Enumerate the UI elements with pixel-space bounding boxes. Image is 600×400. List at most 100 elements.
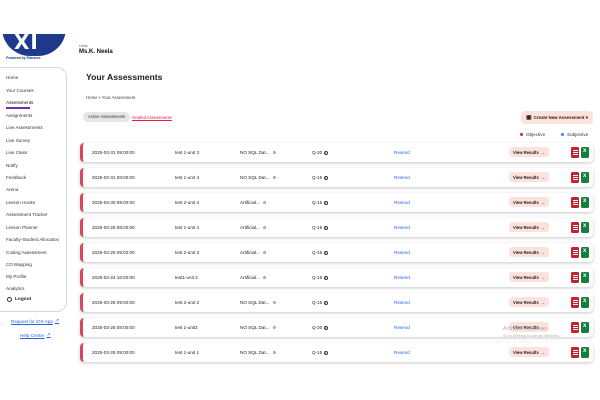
external-link-icon: ↗ (46, 332, 51, 338)
gear-icon[interactable]: ⚙ (263, 193, 267, 212)
row-date: 2025-03-25 09:02:00 (92, 250, 135, 255)
view-results-button[interactable]: View Results → (509, 147, 549, 157)
sidebar-item-assessments[interactable]: Assessments (6, 100, 33, 105)
row-question-count: Q-15 i (312, 168, 328, 187)
gear-icon[interactable]: ⚙ (272, 143, 276, 162)
logout-button[interactable]: Logout (7, 297, 31, 302)
excel-download-icon[interactable] (581, 172, 589, 183)
pdf-download-icon[interactable] (571, 222, 579, 233)
resend-link[interactable]: Resend (394, 143, 410, 162)
pdf-download-icon[interactable] (571, 247, 579, 258)
legend-objective-label: Objective (526, 132, 546, 137)
view-results-button[interactable]: View Results → (509, 272, 549, 282)
row-question-count: Q-15 i (312, 243, 328, 262)
pdf-download-icon[interactable] (571, 147, 579, 158)
row-assessment-name: test 1-unit 4 (175, 225, 200, 230)
excel-download-icon[interactable] (581, 297, 589, 308)
sidebar-item-coding-assessment[interactable]: Coding Assessment (6, 250, 47, 255)
gear-icon[interactable]: ⚙ (272, 343, 276, 362)
sidebar-item-feedback[interactable]: Feedback (6, 175, 26, 180)
info-icon[interactable]: i (323, 150, 328, 155)
table-row: 2025-03-28 08:00:00 test 1-unit 4 Artifici… (80, 218, 593, 237)
info-icon[interactable]: i (323, 250, 328, 255)
gear-icon[interactable]: ⚙ (263, 218, 267, 237)
excel-download-icon[interactable] (581, 147, 589, 158)
sidebar-item-live-class[interactable]: Live Class (6, 150, 27, 155)
tab-graded-assessments[interactable]: Graded Assessments (132, 115, 172, 120)
sidebar-item-arena[interactable]: Arena (6, 187, 18, 192)
sidebar-item-lesson-hooks[interactable]: Lesson Hooks (6, 200, 35, 205)
arrow-right-icon: → (540, 299, 545, 305)
pdf-download-icon[interactable] (571, 272, 579, 283)
help-center-link-label: Help Center (20, 332, 45, 338)
view-results-button[interactable]: View Results → (509, 222, 549, 232)
sidebar-item-faculty-student-allocation[interactable]: Faculty-Student Allocation (6, 237, 59, 242)
row-date: 2025-03-31 09:00:00 (92, 150, 135, 155)
breadcrumb[interactable]: Home • Your Assessment (86, 95, 135, 100)
sidebar-item-your-courses[interactable]: Your Courses (6, 88, 34, 93)
info-icon[interactable]: i (323, 175, 328, 180)
pdf-download-icon[interactable] (571, 172, 579, 183)
view-results-button[interactable]: View Results → (509, 247, 549, 257)
gear-icon[interactable]: ⚙ (272, 168, 276, 187)
gear-icon[interactable]: ⚙ (263, 243, 267, 262)
row-date: 2025-03-26 08:00:00 (92, 325, 135, 330)
view-results-button[interactable]: View Results → (509, 297, 549, 307)
view-results-button[interactable]: View Results → (509, 347, 549, 357)
excel-download-icon[interactable] (581, 322, 589, 333)
sidebar-item-my-profile[interactable]: My Profile (6, 274, 26, 279)
excel-download-icon[interactable] (581, 272, 589, 283)
info-icon[interactable]: i (323, 200, 328, 205)
ios-app-link[interactable]: Request for iOS App ↗ (11, 318, 59, 324)
arrow-right-icon: → (540, 224, 545, 230)
resend-link[interactable]: Resend (394, 168, 410, 187)
gear-icon[interactable]: ⚙ (272, 318, 276, 337)
resend-link[interactable]: Resend (394, 193, 410, 212)
sidebar-item-analytics[interactable]: Analytics (6, 286, 24, 291)
excel-download-icon[interactable] (581, 347, 589, 358)
subjective-dot-icon (561, 133, 564, 136)
info-icon[interactable]: i (323, 225, 328, 230)
info-icon[interactable]: i (323, 350, 328, 355)
resend-link[interactable]: Resend (394, 293, 410, 312)
sidebar-item-notify[interactable]: Notify (6, 163, 18, 168)
row-question-count: Q-15 i (312, 268, 328, 287)
create-new-assessment-button[interactable]: 🗓 Create New Assessment ▾ (521, 111, 593, 124)
resend-link[interactable]: Resend (394, 343, 410, 362)
pdf-download-icon[interactable] (571, 322, 579, 333)
sidebar-item-assignments[interactable]: Assignments (6, 113, 32, 118)
info-icon[interactable]: i (323, 300, 328, 305)
pdf-download-icon[interactable] (571, 197, 579, 208)
sidebar-item-live-assessments[interactable]: Live Assessments (6, 125, 43, 130)
row-course-label: NO SQL Dat... (240, 350, 270, 355)
sidebar-item-live-survey[interactable]: Live Survey (6, 138, 30, 143)
gear-icon[interactable]: ⚙ (263, 268, 267, 287)
sidebar-item-lesson-planner[interactable]: Lesson Planner (6, 225, 38, 230)
pdf-download-icon[interactable] (571, 297, 579, 308)
excel-download-icon[interactable] (581, 222, 589, 233)
row-question-label: Q-15 (312, 275, 323, 280)
tab-active-assessments[interactable]: Active Assessments (83, 112, 131, 122)
info-icon[interactable]: i (323, 275, 328, 280)
resend-link[interactable]: Resend (394, 318, 410, 337)
view-results-button[interactable]: View Results → (509, 197, 549, 207)
row-question-count: Q-15 i (312, 343, 328, 362)
resend-link[interactable]: Resend (394, 243, 410, 262)
sidebar-item-home[interactable]: Home (6, 75, 18, 80)
watermark-line1: Activate Windows (503, 326, 548, 332)
sidebar-item-assessment-tracker[interactable]: Assessment Tracker (6, 212, 48, 217)
help-center-link[interactable]: Help Center ↗ (20, 332, 51, 338)
row-course-label: NO SQL Dat... (240, 150, 270, 155)
resend-link[interactable]: Resend (394, 268, 410, 287)
row-date: 2025-03-31 08:00:00 (92, 175, 135, 180)
info-icon[interactable]: i (323, 325, 328, 330)
view-results-button[interactable]: View Results → (509, 172, 549, 182)
resend-link[interactable]: Resend (394, 218, 410, 237)
row-course: NO SQL Dat... ⚙ (240, 318, 276, 337)
page-title: Your Assessments (86, 72, 163, 82)
excel-download-icon[interactable] (581, 247, 589, 258)
gear-icon[interactable]: ⚙ (272, 293, 276, 312)
pdf-download-icon[interactable] (571, 347, 579, 358)
sidebar-item-co-mapping[interactable]: CO Mapping (6, 262, 32, 267)
excel-download-icon[interactable] (581, 197, 589, 208)
